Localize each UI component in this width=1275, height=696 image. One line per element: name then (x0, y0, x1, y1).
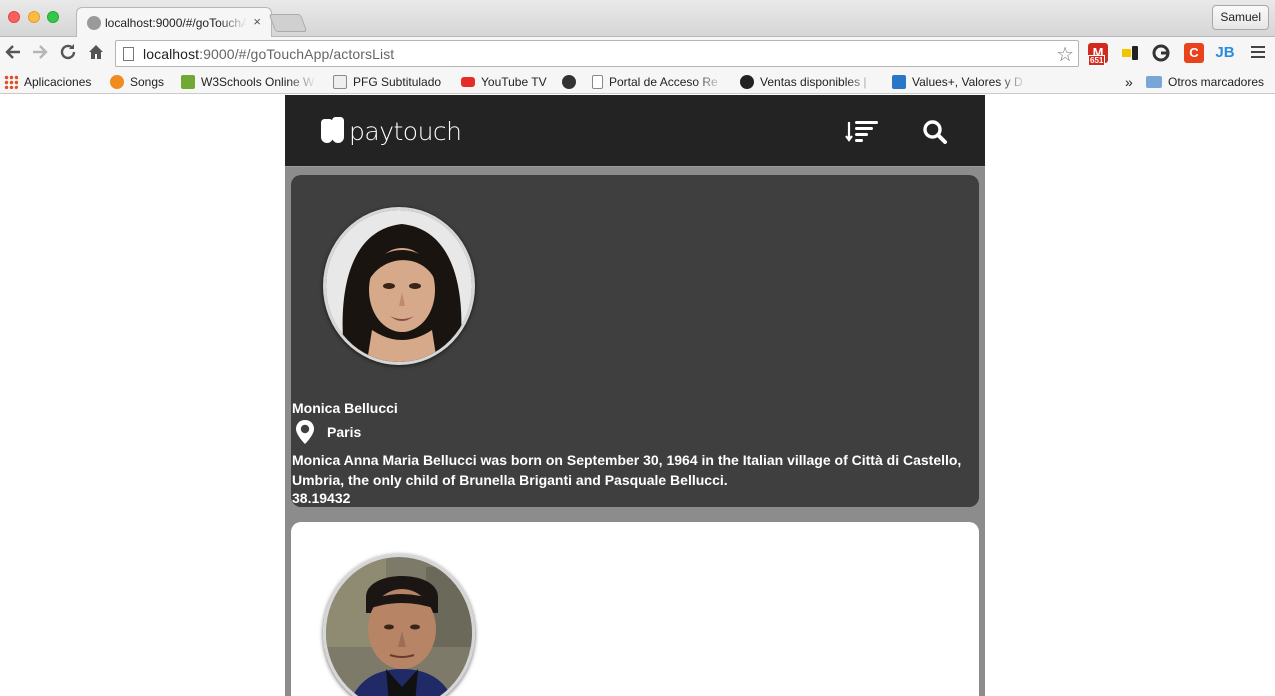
bookmark-aplicaciones[interactable]: Aplicaciones (4, 73, 91, 91)
paytouch-app: paytouch Monica Bellucci Paris Monica An… (285, 95, 985, 696)
chrome-menu-icon[interactable] (1251, 46, 1265, 61)
paytouch-logo-icon (321, 117, 347, 145)
app-header: paytouch (285, 95, 985, 167)
zoom-window-button[interactable] (47, 11, 59, 23)
back-arrow-icon[interactable] (2, 41, 24, 63)
apps-icon (4, 75, 18, 89)
bookmark-youtube-tv[interactable]: YouTube TV (461, 73, 547, 91)
actor-avatar (323, 554, 475, 696)
actor-rating: 38.19432 (292, 490, 351, 506)
bookmark-w3schools[interactable]: W3Schools Online W (181, 73, 316, 91)
actor-card[interactable]: Monica Bellucci Paris Monica Anna Maria … (291, 175, 979, 507)
actor-card[interactable] (291, 522, 979, 696)
forward-arrow-icon[interactable] (29, 41, 51, 63)
bookmark-portal-acceso[interactable]: Portal de Acceso Re (592, 73, 724, 91)
url-text[interactable]: localhost:9000/#/goTouchApp/actorsList (143, 46, 394, 62)
pfg-icon (333, 75, 347, 89)
gmail-extension-icon[interactable]: M 651 (1088, 43, 1108, 66)
bookmark-pfg-subtitulado[interactable]: PFG Subtitulado (333, 73, 441, 91)
brand-name: paytouch (349, 116, 462, 146)
new-tab-button[interactable] (268, 14, 308, 32)
tab-title: localhost:9000/#/goTouchApp/actorsList (105, 16, 247, 30)
bookmarks-overflow-chevron[interactable]: » (1125, 73, 1133, 91)
actor-name: Monica Bellucci (292, 400, 398, 416)
songs-icon (110, 75, 124, 89)
bookmark-values[interactable]: Values+, Valores y D (892, 73, 1027, 91)
browser-tab-active[interactable]: localhost:9000/#/goTouchApp/actorsList × (76, 7, 272, 38)
close-window-button[interactable] (8, 11, 20, 23)
browser-toolbar: localhost:9000/#/goTouchApp/actorsList ☆… (0, 37, 1275, 69)
location-pin-icon (296, 420, 314, 444)
page-viewport: paytouch Monica Bellucci Paris Monica An… (0, 95, 1275, 696)
paytouch-favicon-icon (87, 16, 101, 30)
w3schools-icon (181, 75, 195, 89)
reload-icon[interactable] (57, 41, 79, 63)
actor-avatar (323, 207, 475, 365)
bookmarks-bar: Aplicaciones Songs W3Schools Online W PF… (0, 69, 1275, 94)
bookmark-star-icon[interactable]: ☆ (1056, 42, 1074, 67)
gmail-badge: 651 (1088, 55, 1106, 66)
folder-icon (1146, 76, 1162, 88)
home-icon[interactable] (85, 41, 107, 63)
profile-button[interactable]: Samuel (1212, 5, 1269, 30)
paytouch-logo[interactable]: paytouch (321, 116, 462, 146)
hangouts-extension-icon[interactable] (1120, 43, 1140, 63)
bookmark-otros-marcadores[interactable]: Otros marcadores (1146, 73, 1264, 91)
sort-icon[interactable] (845, 119, 879, 143)
c-extension-icon[interactable]: C (1184, 43, 1204, 63)
page-icon (592, 75, 603, 89)
youtube-icon (461, 77, 475, 87)
search-icon[interactable] (922, 119, 948, 145)
actor-bio: Monica Anna Maria Bellucci was born on S… (292, 452, 962, 488)
page-icon (123, 47, 134, 61)
tab-close-icon[interactable]: × (253, 14, 261, 29)
ventas-icon (740, 75, 754, 89)
google-extension-icon[interactable] (1151, 43, 1171, 63)
browser-tab-bar: localhost:9000/#/goTouchApp/actorsList ×… (0, 0, 1275, 38)
c-icon (562, 75, 576, 89)
minimize-window-button[interactable] (28, 11, 40, 23)
address-bar[interactable]: localhost:9000/#/goTouchApp/actorsList ☆ (115, 40, 1079, 67)
bookmark-songs[interactable]: Songs (110, 73, 164, 91)
actor-city: Paris (327, 424, 362, 440)
bookmark-c[interactable] (562, 73, 582, 91)
actor-location: Paris (292, 419, 361, 445)
bookmark-ventas-disponibles[interactable]: Ventas disponibles | (740, 73, 875, 91)
jb-extension-icon[interactable]: JB (1215, 43, 1235, 63)
values-icon (892, 75, 906, 89)
